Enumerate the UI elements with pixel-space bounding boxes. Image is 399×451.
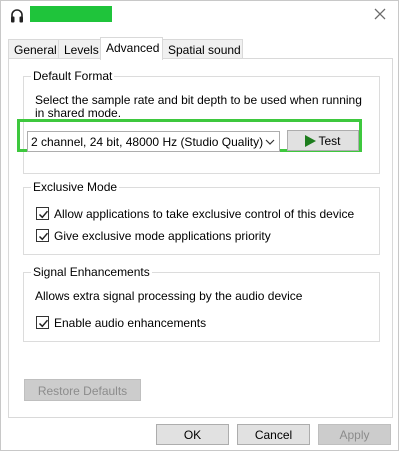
signal-enhancements-group: Signal Enhancements Allows extra signal … (23, 265, 380, 342)
window-title-redacted (30, 6, 112, 22)
apply-button[interactable]: Apply (318, 424, 391, 445)
selected-format-value: 2 channel, 24 bit, 48000 Hz (Studio Qual… (31, 135, 264, 149)
exclusive-mode-label: Exclusive Mode (31, 180, 120, 194)
close-icon (374, 8, 386, 23)
cancel-button[interactable]: Cancel (237, 424, 310, 445)
advanced-panel: Default Format Select the sample rate an… (8, 58, 393, 418)
tab-spatial-sound[interactable]: Spatial sound (162, 39, 243, 59)
default-format-label: Default Format (31, 69, 115, 83)
tab-levels[interactable]: Levels (58, 39, 101, 59)
sound-properties-dialog: General Levels Advanced Spatial sound De… (0, 0, 399, 451)
exclusive-control-checkbox[interactable] (36, 207, 49, 220)
exclusive-priority-checkbox[interactable] (36, 229, 49, 242)
signal-enhancements-label: Signal Enhancements (31, 265, 152, 279)
restore-defaults-button[interactable]: Restore Defaults (24, 379, 141, 401)
audio-enhancements-label: Enable audio enhancements (54, 316, 207, 330)
default-format-select[interactable]: 2 channel, 24 bit, 48000 Hz (Studio Qual… (27, 131, 280, 152)
test-button[interactable]: Test (287, 130, 359, 151)
title-bar (1, 1, 398, 31)
signal-enhancements-description: Allows extra signal processing by the au… (35, 289, 303, 303)
exclusive-priority-label: Give exclusive mode applications priorit… (54, 229, 271, 243)
ok-button[interactable]: OK (156, 424, 229, 445)
chevron-down-icon (265, 136, 275, 146)
audio-enhancements-checkbox[interactable] (36, 316, 49, 329)
exclusive-mode-group: Exclusive Mode Allow applications to tak… (23, 180, 380, 255)
tab-advanced[interactable]: Advanced (100, 37, 163, 60)
headphones-icon (10, 8, 24, 24)
play-icon (305, 135, 317, 147)
test-button-label: Test (318, 134, 341, 148)
tab-general[interactable]: General (8, 39, 59, 59)
close-button[interactable] (368, 4, 392, 26)
exclusive-control-label: Allow applications to take exclusive con… (54, 207, 355, 221)
